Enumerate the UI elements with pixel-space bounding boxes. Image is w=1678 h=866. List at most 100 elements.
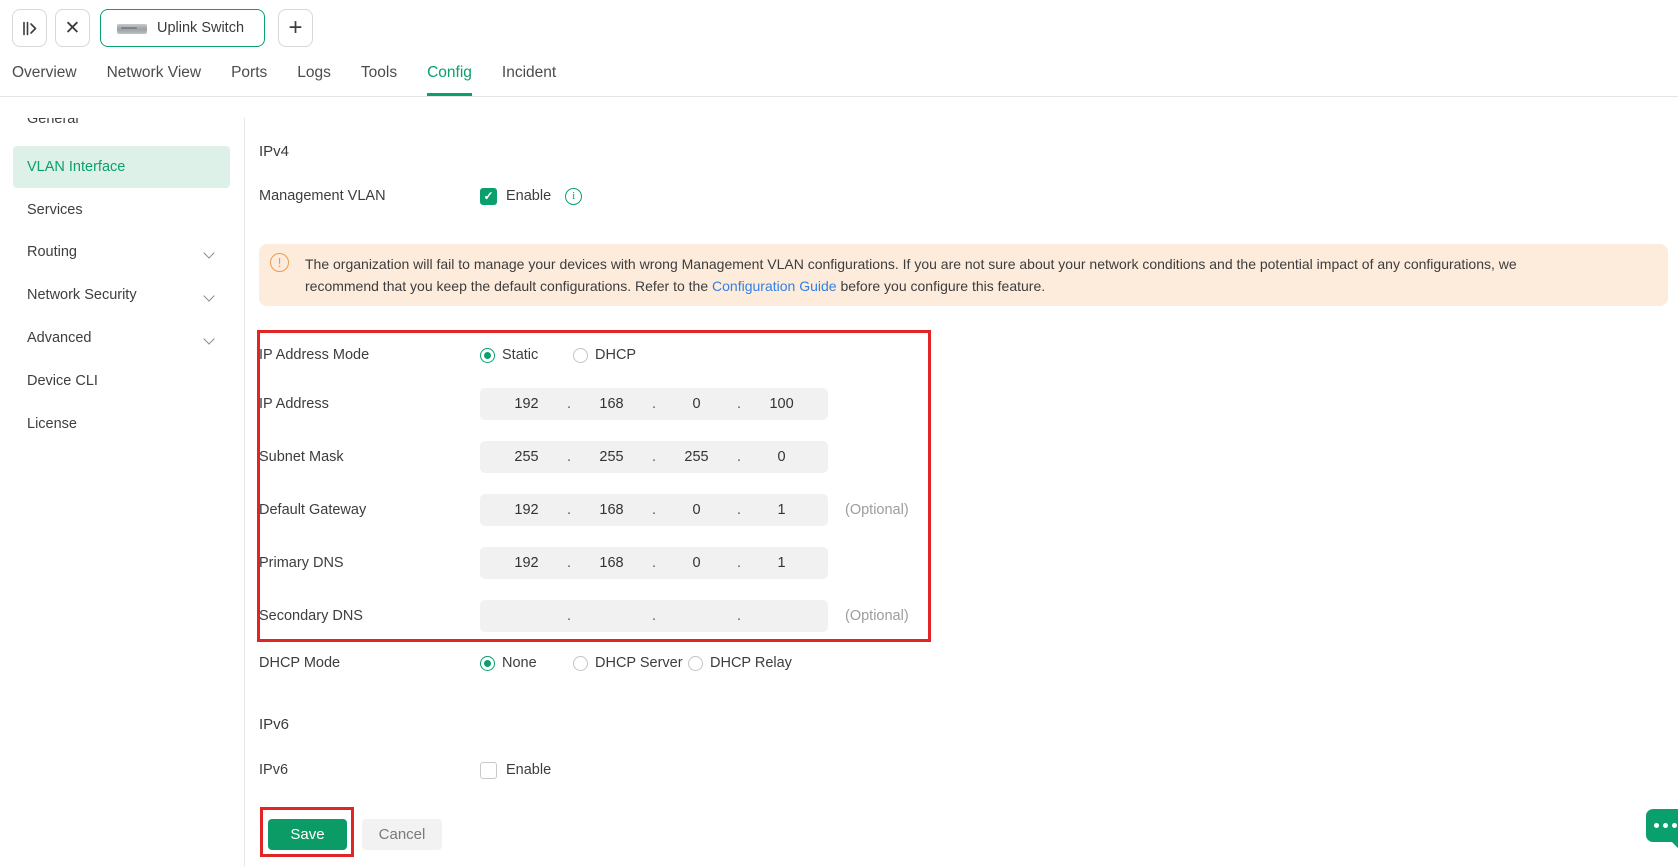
optional-hint: (Optional) bbox=[845, 502, 909, 518]
dns1-octet-4[interactable]: 1 bbox=[741, 555, 822, 571]
sidebar-item-license[interactable]: License bbox=[13, 403, 230, 445]
sidebar-item-routing[interactable]: Routing bbox=[13, 231, 230, 273]
chevron-down-icon bbox=[205, 291, 214, 300]
dns1-octet-3[interactable]: 0 bbox=[656, 555, 737, 571]
ipv4-section-heading: IPv4 bbox=[259, 143, 289, 160]
radio-static-icon bbox=[480, 348, 495, 363]
sidebar-item-vlan-interface[interactable]: VLAN Interface bbox=[13, 146, 230, 188]
switch-device-image bbox=[117, 24, 147, 33]
page-tabs: Overview Network View Ports Logs Tools C… bbox=[0, 50, 1678, 97]
radio-none-icon bbox=[480, 656, 495, 671]
tab-config[interactable]: Config bbox=[427, 50, 472, 96]
dns1-octet-2[interactable]: 168 bbox=[571, 555, 652, 571]
ip-octet-4[interactable]: 100 bbox=[741, 396, 822, 412]
tab-ports[interactable]: Ports bbox=[231, 50, 267, 96]
subnet-octet-1[interactable]: 255 bbox=[486, 449, 567, 465]
chat-feedback-widget[interactable] bbox=[1646, 809, 1678, 842]
sidebar-item-label: VLAN Interface bbox=[27, 159, 125, 175]
primary-dns-row: Primary DNS 19216801 bbox=[259, 547, 828, 579]
radio-dhcp-server-icon bbox=[573, 656, 588, 671]
default-gateway-row: Default Gateway 19216801 (Optional) bbox=[259, 494, 909, 526]
ip-address-input[interactable]: 1921680100 bbox=[480, 388, 828, 420]
radio-static[interactable]: Static bbox=[480, 347, 573, 363]
radio-dhcp-relay-icon bbox=[688, 656, 703, 671]
radio-none[interactable]: None bbox=[480, 655, 573, 671]
sidebar-item-general[interactable]: General bbox=[13, 118, 230, 140]
primary-dns-label: Primary DNS bbox=[259, 555, 480, 571]
save-button[interactable]: Save bbox=[268, 819, 347, 850]
ip-address-mode-row: IP Address Mode Static DHCP bbox=[259, 339, 636, 371]
warning-text: The organization will fail to manage you… bbox=[305, 253, 1573, 297]
gateway-octet-1[interactable]: 192 bbox=[486, 502, 567, 518]
secondary-dns-label: Secondary DNS bbox=[259, 608, 480, 624]
octet-separator bbox=[652, 607, 656, 625]
sidebar-item-label: License bbox=[27, 416, 77, 432]
radio-dhcp-relay[interactable]: DHCP Relay bbox=[688, 655, 792, 671]
sidebar-item-label: Routing bbox=[27, 244, 77, 260]
info-icon[interactable]: i bbox=[565, 188, 582, 205]
chat-dots-icon bbox=[1672, 823, 1677, 828]
dhcp-mode-row: DHCP Mode None DHCP Server DHCP Relay bbox=[259, 647, 792, 679]
sidebar-item-network-security[interactable]: Network Security bbox=[13, 274, 230, 316]
secondary-dns-input[interactable] bbox=[480, 600, 828, 632]
ipv6-enable-row: IPv6 Enable bbox=[259, 754, 551, 786]
sidebar-item-label: General bbox=[27, 118, 79, 127]
sidebar-item-device-cli[interactable]: Device CLI bbox=[13, 360, 230, 402]
radio-none-label: None bbox=[502, 655, 537, 671]
management-vlan-enable-checkbox[interactable] bbox=[480, 188, 497, 205]
gateway-octet-2[interactable]: 168 bbox=[571, 502, 652, 518]
subnet-octet-3[interactable]: 255 bbox=[656, 449, 737, 465]
tab-tools[interactable]: Tools bbox=[361, 50, 397, 96]
gateway-octet-3[interactable]: 0 bbox=[656, 502, 737, 518]
default-gateway-input[interactable]: 19216801 bbox=[480, 494, 828, 526]
chat-dots-icon bbox=[1663, 823, 1668, 828]
cancel-button[interactable]: Cancel bbox=[362, 819, 442, 850]
sidebar-item-services[interactable]: Services bbox=[13, 189, 230, 231]
app-window: ✕ Uplink Switch + Overview Network View … bbox=[0, 0, 1678, 866]
secondary-dns-row: Secondary DNS (Optional) bbox=[259, 600, 909, 632]
gateway-octet-4[interactable]: 1 bbox=[741, 502, 822, 518]
subnet-mask-input[interactable]: 2552552550 bbox=[480, 441, 828, 473]
topbar: ✕ Uplink Switch + bbox=[0, 0, 1678, 50]
ip-address-mode-label: IP Address Mode bbox=[259, 347, 480, 363]
sidebar-item-label: Device CLI bbox=[27, 373, 98, 389]
ip-octet-1[interactable]: 192 bbox=[486, 396, 567, 412]
tab-overview[interactable]: Overview bbox=[12, 50, 77, 96]
ip-octet-2[interactable]: 168 bbox=[571, 396, 652, 412]
ip-address-row: IP Address 1921680100 bbox=[259, 388, 828, 420]
radio-dhcp-server[interactable]: DHCP Server bbox=[573, 655, 688, 671]
sidebar-item-label: Advanced bbox=[27, 330, 92, 346]
subnet-octet-4[interactable]: 0 bbox=[741, 449, 822, 465]
device-tab-label: Uplink Switch bbox=[157, 20, 244, 36]
sidebar-item-advanced[interactable]: Advanced bbox=[13, 317, 230, 359]
ipv6-enable-checkbox-label: Enable bbox=[506, 762, 551, 778]
tab-logs[interactable]: Logs bbox=[297, 50, 331, 96]
chevron-down-icon bbox=[205, 334, 214, 343]
chat-dots-icon bbox=[1654, 823, 1659, 828]
octet-separator bbox=[567, 607, 571, 625]
plus-icon: + bbox=[288, 14, 302, 42]
warning-text-tail: before you configure this feature. bbox=[837, 278, 1046, 294]
add-tab-button[interactable]: + bbox=[278, 9, 313, 47]
configuration-guide-link[interactable]: Configuration Guide bbox=[712, 278, 837, 294]
primary-dns-input[interactable]: 19216801 bbox=[480, 547, 828, 579]
tab-incident[interactable]: Incident bbox=[502, 50, 556, 96]
close-tab-button[interactable]: ✕ bbox=[55, 9, 90, 47]
radio-dhcp-icon bbox=[573, 348, 588, 363]
tab-network-view[interactable]: Network View bbox=[107, 50, 201, 96]
dns1-octet-1[interactable]: 192 bbox=[486, 555, 567, 571]
enable-checkbox-label: Enable bbox=[506, 188, 551, 204]
radio-dhcp-label: DHCP bbox=[595, 347, 636, 363]
sidebar-item-label: Services bbox=[27, 202, 83, 218]
management-vlan-label: Management VLAN bbox=[259, 188, 480, 204]
annotation-box-ip-settings bbox=[257, 330, 931, 642]
subnet-mask-row: Subnet Mask 2552552550 bbox=[259, 441, 828, 473]
device-tab-uplink-switch[interactable]: Uplink Switch bbox=[100, 9, 265, 47]
subnet-octet-2[interactable]: 255 bbox=[571, 449, 652, 465]
management-vlan-warning-banner: ! The organization will fail to manage y… bbox=[259, 244, 1668, 306]
radio-dhcp[interactable]: DHCP bbox=[573, 347, 636, 363]
default-gateway-label: Default Gateway bbox=[259, 502, 480, 518]
collapse-panel-button[interactable] bbox=[12, 9, 47, 47]
ipv6-enable-checkbox[interactable] bbox=[480, 762, 497, 779]
ip-octet-3[interactable]: 0 bbox=[656, 396, 737, 412]
